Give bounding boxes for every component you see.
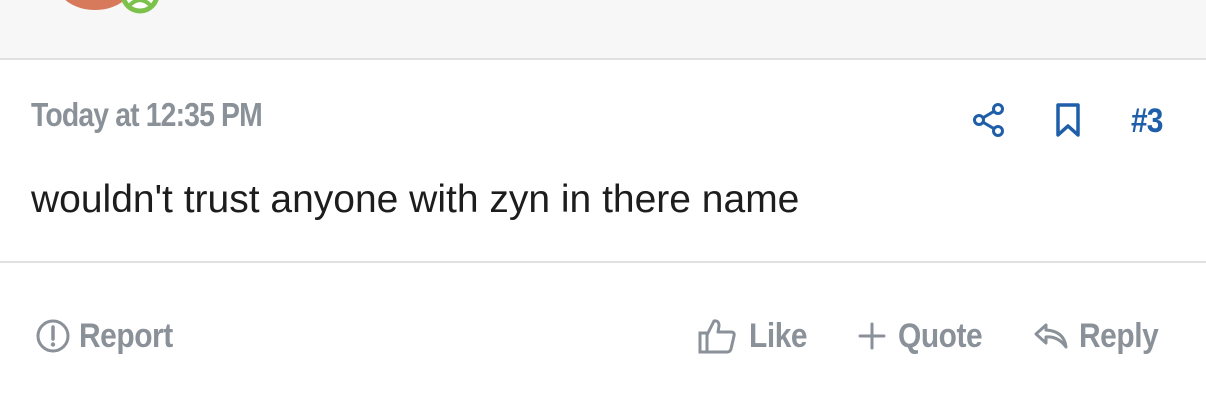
report-label: Report: [79, 316, 173, 355]
previous-post-header: [0, 0, 1206, 60]
reply-arrow-icon: [1034, 323, 1068, 349]
quote-button[interactable]: Quote: [858, 312, 994, 360]
like-label: Like: [749, 316, 808, 355]
like-button[interactable]: Like: [697, 312, 815, 360]
post-timestamp[interactable]: Today at 12:35 PM: [31, 96, 263, 134]
post-message: wouldn't trust anyone with zyn in there …: [31, 178, 800, 221]
post-actions: #3: [971, 100, 1176, 144]
bookmark-icon[interactable]: [1052, 100, 1084, 140]
post-number-link[interactable]: #3: [1131, 102, 1163, 141]
thumbs-up-icon: [698, 319, 736, 354]
divider: [0, 261, 1206, 263]
alert-circle-icon: [36, 319, 70, 353]
report-button[interactable]: Report: [35, 312, 186, 360]
plus-icon: [858, 322, 886, 350]
quote-label: Quote: [898, 316, 983, 355]
reply-label: Reply: [1079, 316, 1159, 355]
reply-button[interactable]: Reply: [1033, 312, 1169, 360]
share-icon[interactable]: [971, 100, 1007, 140]
status-face-icon: [121, 0, 159, 14]
